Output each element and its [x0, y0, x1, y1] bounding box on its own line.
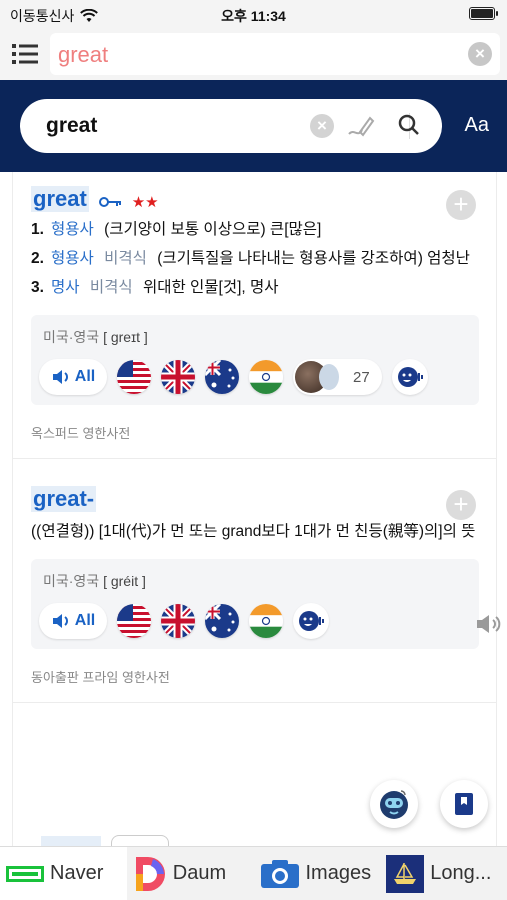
battery-icon — [469, 7, 498, 20]
list-menu-icon — [12, 44, 38, 64]
speaking-face-icon[interactable] — [293, 603, 329, 639]
dictionary-source[interactable]: 옥스퍼드 영한사전 — [31, 423, 478, 458]
browser-search-query: great — [58, 42, 109, 67]
us-flag-icon[interactable] — [117, 604, 151, 638]
top-search-row: great × — [0, 28, 507, 80]
region-label: 미국·영국 — [43, 329, 100, 345]
gloss-text: ((연결형)) [1대(代)가 먼 또는 grand보다 1대가 먼 친등(親等… — [31, 523, 476, 540]
us-flag-icon[interactable] — [117, 360, 151, 394]
play-all-label: All — [74, 612, 96, 629]
voice-search-button[interactable] — [370, 780, 418, 828]
india-flag-icon[interactable] — [249, 360, 283, 394]
part-of-speech[interactable]: 명사 — [51, 279, 80, 296]
entry-headword[interactable]: great- — [31, 486, 97, 512]
part-of-speech[interactable]: 형용사 — [51, 250, 94, 267]
status-bar: 이동통신사 오후 11:34 — [0, 0, 507, 28]
play-all-button[interactable]: All — [39, 603, 107, 639]
entry-divider — [13, 702, 496, 712]
sense-text: (크기특질을 나타내는 형용사를 강조하여) 엄청난 — [157, 250, 470, 267]
pronunciation-label: 미국·영국 [ gréit ] — [39, 571, 471, 591]
add-wordbook-button[interactable]: + — [446, 490, 476, 520]
status-time: 오후 11:34 — [221, 8, 286, 24]
add-wordbook-button[interactable]: + — [446, 190, 476, 220]
next-entry-headword — [41, 836, 101, 846]
wordbook-button[interactable] — [440, 780, 488, 828]
sense-text: (크기양이 보통 이상으로) 큰[많은] — [104, 221, 322, 238]
browser-search-field[interactable]: great × — [50, 33, 500, 75]
robot-mascot-icon — [380, 790, 408, 819]
pronunciation-box: 미국·영국 [ greɪt ] All 27 — [31, 315, 479, 405]
menu-button[interactable] — [10, 40, 40, 68]
avatar — [319, 364, 339, 390]
volume-icon[interactable] — [475, 612, 503, 636]
bookmark-book-icon — [455, 793, 473, 815]
tab-label: Daum — [172, 862, 227, 884]
handwriting-icon[interactable] — [346, 112, 376, 140]
dictionary-source[interactable]: 동아출판 프라임 영한사전 — [31, 667, 478, 702]
tab-label: Images — [305, 862, 372, 884]
entry-headword[interactable]: great — [31, 186, 89, 212]
recording-count: 27 — [353, 368, 370, 386]
camera-icon — [260, 859, 299, 888]
tab-longman[interactable]: Long... — [380, 847, 507, 900]
play-all-label: All — [74, 368, 96, 385]
region-label: 미국·영국 — [43, 573, 100, 589]
naver-logo-icon — [6, 865, 44, 882]
australia-flag-icon[interactable] — [205, 604, 239, 638]
clear-icon[interactable]: × — [468, 42, 492, 66]
sense-item: 2. 형용사 비격식 (크기특질을 나타내는 형용사를 강조하여) 엄청난 — [31, 247, 478, 270]
user-recordings-button[interactable]: 27 — [293, 359, 382, 395]
pronunciation-buttons: All — [39, 603, 471, 639]
dictionary-search-query: great — [46, 114, 98, 137]
clear-search-icon[interactable]: × — [310, 114, 334, 138]
sense-item: 3. 명사 비격식 위대한 인물[것], 명사 — [31, 276, 478, 299]
tab-daum[interactable]: Daum — [127, 847, 254, 900]
speaking-face-icon[interactable] — [391, 359, 428, 395]
sense-item: 1. 형용사 (크기양이 보통 이상으로) 큰[많은] — [31, 218, 478, 241]
part-of-speech[interactable]: 형용사 — [51, 221, 94, 238]
longman-ship-logo-icon — [386, 854, 425, 893]
sense-text: 위대한 인물[것], 명사 — [142, 279, 279, 296]
bottom-search-engines: Naver Daum Images Long... — [0, 846, 507, 900]
entry-divider — [13, 458, 496, 468]
uk-flag-icon[interactable] — [161, 604, 195, 638]
speaker-icon — [52, 614, 68, 628]
entry-great: great ★★ + 1. 형용사 (크기양이 보통 이상으로) 큰[많은] 2… — [13, 172, 496, 468]
dictionary-search-field[interactable]: great × — [20, 99, 442, 153]
india-flag-icon[interactable] — [249, 604, 283, 638]
key-icon — [99, 196, 122, 207]
dictionary-header: great × Aa — [0, 80, 507, 172]
importance-stars: ★★ — [131, 193, 159, 211]
next-entry-badge — [111, 835, 169, 846]
tab-label: Long... — [430, 862, 492, 884]
register-tag: 비격식 — [89, 279, 133, 296]
sense-number: 2. — [31, 250, 44, 267]
pronunciation-box: 미국·영국 [ gréit ] All — [31, 559, 479, 649]
pronunciation-label: 미국·영국 [ greɪt ] — [39, 327, 471, 347]
ipa-text: [ gréit ] — [103, 573, 146, 589]
register-tag: 비격식 — [104, 250, 147, 267]
uk-flag-icon[interactable] — [161, 360, 195, 394]
dictionary-results: great ★★ + 1. 형용사 (크기양이 보통 이상으로) 큰[많은] 2… — [12, 172, 497, 846]
entry-great-prefix: great- + ((연결형)) [1대(代)가 먼 또는 grand보다 1대… — [13, 468, 496, 712]
sense-number: 1. — [31, 221, 44, 238]
speaker-icon — [52, 370, 68, 384]
daum-logo-icon — [135, 856, 165, 891]
search-icon[interactable] — [397, 113, 421, 137]
tab-images[interactable]: Images — [254, 847, 381, 900]
tab-naver[interactable]: Naver — [0, 847, 127, 900]
play-all-button[interactable]: All — [39, 359, 107, 395]
pronunciation-buttons: All 27 — [39, 359, 471, 395]
australia-flag-icon[interactable] — [205, 360, 239, 394]
tab-label: Naver — [50, 862, 104, 884]
ipa-text: [ greɪt ] — [103, 329, 148, 345]
sense-number: 3. — [31, 279, 44, 296]
font-size-button[interactable]: Aa — [465, 114, 489, 137]
